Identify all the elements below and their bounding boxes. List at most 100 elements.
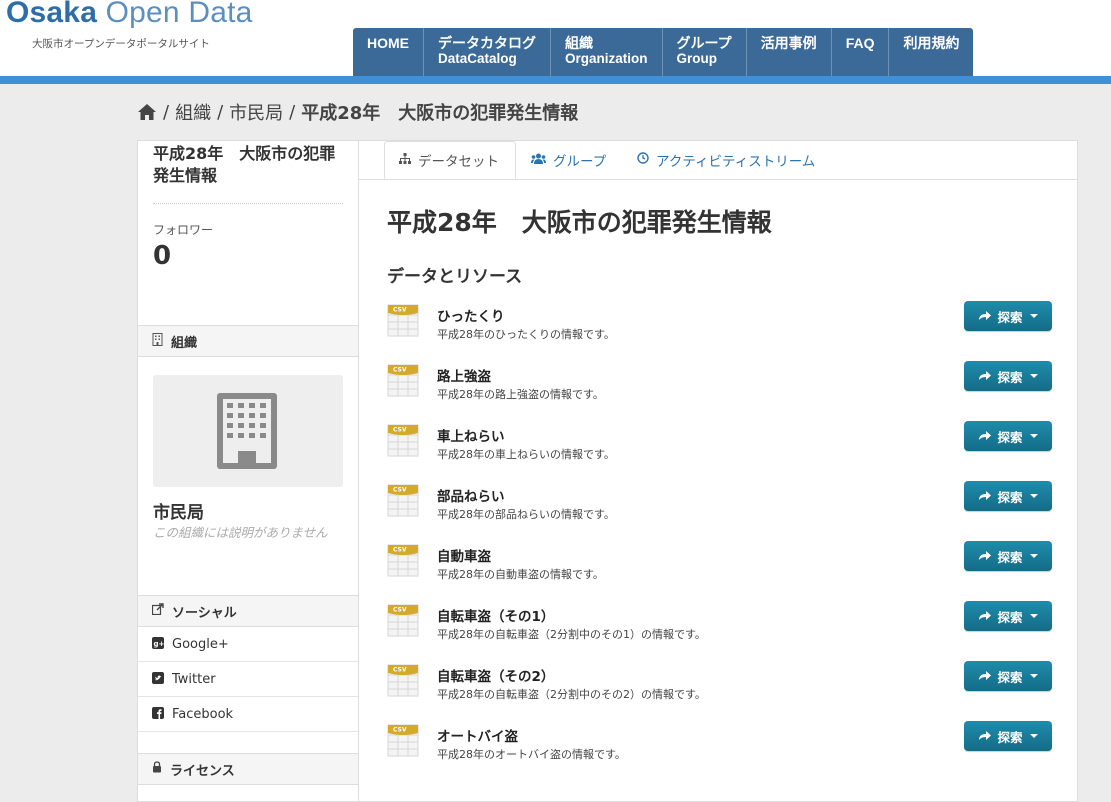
resource-description: 平成28年の車上ねらいの情報です。 bbox=[437, 448, 615, 461]
csv-file-icon: CSV bbox=[387, 721, 419, 757]
logo-open-data: Open Data bbox=[105, 0, 253, 29]
sidebar: 平成28年 大阪市の犯罪発生情報 フォロワー 0 組織 市民局 この組織には説明… bbox=[138, 141, 359, 801]
resource-item: CSV 路上強盗 平成28年の路上強盗の情報です。 探索 bbox=[387, 361, 1057, 411]
resource-name[interactable]: 自転車盗（その1） bbox=[437, 605, 554, 625]
resource-description: 平成28年の自転車盗（2分割中のその1）の情報です。 bbox=[437, 628, 706, 641]
license-section-label: ライセンス bbox=[170, 763, 235, 779]
explore-button[interactable]: 探索 bbox=[964, 601, 1052, 631]
share-arrow-icon bbox=[978, 369, 992, 384]
share-arrow-icon bbox=[978, 309, 992, 324]
org-section-header: 組織 bbox=[138, 325, 358, 357]
social-section-header: ソーシャル bbox=[138, 595, 358, 627]
resource-description: 平成28年の部品ねらいの情報です。 bbox=[437, 508, 615, 521]
share-icon bbox=[151, 603, 164, 619]
resource-item: CSV 自転車盗（その1） 平成28年の自転車盗（2分割中のその1）の情報です。… bbox=[387, 601, 1057, 651]
nav-faq[interactable]: FAQ bbox=[831, 28, 890, 76]
share-arrow-icon bbox=[978, 669, 992, 684]
tab-activity-stream[interactable]: アクティビティストリーム bbox=[637, 141, 815, 179]
home-icon[interactable] bbox=[137, 103, 157, 121]
divider bbox=[153, 203, 343, 204]
explore-button[interactable]: 探索 bbox=[964, 661, 1052, 691]
tab-dataset[interactable]: データセット bbox=[384, 141, 516, 179]
csv-file-icon: CSV bbox=[387, 361, 419, 397]
resource-item: CSV 車上ねらい 平成28年の車上ねらいの情報です。 探索 bbox=[387, 421, 1057, 471]
nav-terms[interactable]: 利用規約 bbox=[889, 28, 974, 76]
caret-down-icon bbox=[1029, 434, 1038, 438]
content-wrapper: 平成28年 大阪市の犯罪発生情報 フォロワー 0 組織 市民局 この組織には説明… bbox=[137, 140, 1078, 802]
lock-icon bbox=[152, 761, 162, 777]
resource-description: 平成28年の路上強盗の情報です。 bbox=[437, 388, 604, 401]
resource-item: CSV 部品ねらい 平成28年の部品ねらいの情報です。 探索 bbox=[387, 481, 1057, 531]
resource-name[interactable]: 車上ねらい bbox=[437, 425, 505, 445]
sitemap-icon bbox=[399, 152, 411, 168]
caret-down-icon bbox=[1029, 374, 1038, 378]
followers-count: 0 bbox=[153, 241, 172, 271]
section-title-resources: データとリソース bbox=[387, 267, 523, 287]
caret-down-icon bbox=[1029, 614, 1038, 618]
breadcrumb-sep: / bbox=[217, 101, 224, 123]
csv-file-icon: CSV bbox=[387, 421, 419, 457]
explore-button[interactable]: 探索 bbox=[964, 721, 1052, 751]
explore-button[interactable]: 探索 bbox=[964, 301, 1052, 331]
resource-name[interactable]: 自動車盗 bbox=[437, 545, 491, 565]
nav-data-catalog[interactable]: データカタログ DataCatalog bbox=[424, 28, 551, 76]
twitter-icon bbox=[152, 671, 164, 688]
breadcrumb-organization[interactable]: 組織 bbox=[175, 99, 211, 125]
main-content: データセット グループ アクティビティストリーム 平成28年 大阪市の犯罪発生情… bbox=[359, 141, 1077, 801]
nav-home[interactable]: HOME bbox=[353, 28, 424, 76]
site-logo[interactable]: Osaka Open Data bbox=[6, 0, 253, 30]
resource-description: 平成28年の自動車盗の情報です。 bbox=[437, 568, 604, 581]
svg-text:CSV: CSV bbox=[393, 727, 407, 734]
resource-description: 平成28年の自転車盗（2分割中のその2）の情報です。 bbox=[437, 688, 706, 701]
resource-name[interactable]: 路上強盗 bbox=[437, 365, 491, 385]
nav-use-cases[interactable]: 活用事例 bbox=[746, 28, 832, 76]
share-arrow-icon bbox=[978, 429, 992, 444]
clock-icon bbox=[637, 152, 649, 168]
breadcrumb-sep: / bbox=[289, 101, 296, 123]
breadcrumb: / 組織 / 市民局 / 平成28年 大阪市の犯罪発生情報 bbox=[137, 99, 578, 125]
org-image[interactable] bbox=[153, 375, 343, 487]
share-arrow-icon bbox=[978, 609, 992, 624]
caret-down-icon bbox=[1029, 554, 1038, 558]
explore-button[interactable]: 探索 bbox=[964, 541, 1052, 571]
resource-description: 平成28年のひったくりの情報です。 bbox=[437, 328, 615, 341]
breadcrumb-sep: / bbox=[163, 101, 170, 123]
svg-text:CSV: CSV bbox=[393, 607, 407, 614]
site-header: Osaka Open Data 大阪市オープンデータポータルサイト HOME デ… bbox=[0, 0, 1111, 76]
csv-file-icon: CSV bbox=[387, 301, 419, 337]
explore-button[interactable]: 探索 bbox=[964, 421, 1052, 451]
share-arrow-icon bbox=[978, 489, 992, 504]
page-title: 平成28年 大阪市の犯罪発生情報 bbox=[387, 208, 772, 237]
svg-text:CSV: CSV bbox=[393, 487, 407, 494]
resource-name[interactable]: オートバイ盗 bbox=[437, 725, 518, 745]
resource-item: CSV ひったくり 平成28年のひったくりの情報です。 探索 bbox=[387, 301, 1057, 351]
nav-organization[interactable]: 組織 Organization bbox=[551, 28, 663, 76]
breadcrumb-org-name[interactable]: 市民局 bbox=[229, 99, 283, 125]
tab-group[interactable]: グループ bbox=[531, 141, 606, 179]
resource-item: CSV オートバイ盗 平成28年のオートバイ盗の情報です。 探索 bbox=[387, 721, 1057, 771]
social-twitter[interactable]: Twitter bbox=[138, 663, 358, 697]
resource-name[interactable]: 自転車盗（その2） bbox=[437, 665, 554, 685]
caret-down-icon bbox=[1029, 314, 1038, 318]
social-facebook[interactable]: Facebook bbox=[138, 698, 358, 732]
explore-button[interactable]: 探索 bbox=[964, 361, 1052, 391]
main-nav: HOME データカタログ DataCatalog 組織 Organization グ… bbox=[353, 28, 974, 76]
explore-button[interactable]: 探索 bbox=[964, 481, 1052, 511]
csv-file-icon: CSV bbox=[387, 601, 419, 637]
svg-text:CSV: CSV bbox=[393, 547, 407, 554]
csv-file-icon: CSV bbox=[387, 541, 419, 577]
resource-item: CSV 自動車盗 平成28年の自動車盗の情報です。 探索 bbox=[387, 541, 1057, 591]
caret-down-icon bbox=[1029, 674, 1038, 678]
nav-group[interactable]: グループ Group bbox=[662, 28, 747, 76]
org-name[interactable]: 市民局 bbox=[153, 498, 204, 523]
org-section-label: 組織 bbox=[171, 335, 198, 351]
social-google-plus[interactable]: g+ Google+ bbox=[138, 628, 358, 662]
resource-name[interactable]: ひったくり bbox=[437, 305, 505, 325]
resource-name[interactable]: 部品ねらい bbox=[437, 485, 505, 505]
breadcrumb-current[interactable]: 平成28年 大阪市の犯罪発生情報 bbox=[301, 99, 578, 125]
share-arrow-icon bbox=[978, 549, 992, 564]
csv-file-icon: CSV bbox=[387, 661, 419, 697]
svg-text:CSV: CSV bbox=[393, 307, 407, 314]
csv-file-icon: CSV bbox=[387, 481, 419, 517]
header-accent-bar bbox=[0, 76, 1111, 84]
